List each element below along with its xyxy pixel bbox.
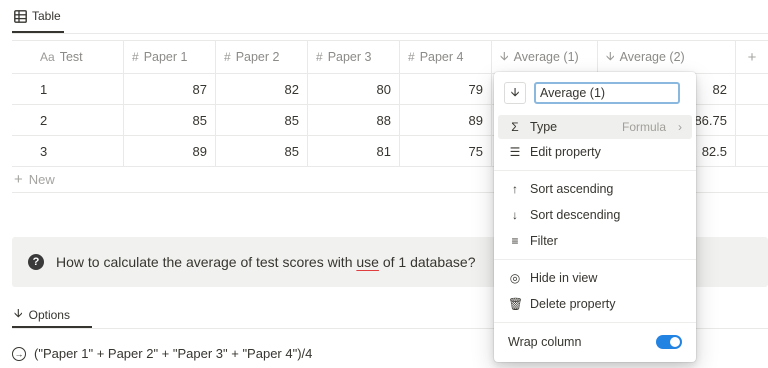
cell-paper-3[interactable]: 80 (308, 74, 400, 104)
menu-item-filter[interactable]: ≡ Filter (498, 229, 692, 253)
sliders-icon: ☰ (509, 145, 521, 159)
column-header-label: Paper 2 (235, 50, 280, 64)
table-view-label: Table (32, 9, 61, 23)
menu-divider (494, 259, 696, 260)
cell-test[interactable]: 1 (12, 74, 124, 104)
cell-paper-2[interactable]: 85 (216, 105, 308, 135)
column-header-label: Test (59, 50, 83, 64)
menu-item-label: Hide in view (530, 271, 598, 285)
property-type-icon-button[interactable]: 🡫 (504, 82, 526, 104)
cell-paper-1[interactable]: 89 (124, 136, 216, 166)
property-name-row: 🡫 (504, 82, 680, 104)
formula-text[interactable]: ("Paper 1" + Paper 2" + "Paper 3" + "Pap… (34, 346, 312, 361)
cell-paper-4[interactable]: 89 (400, 105, 492, 135)
table-view-tab[interactable]: Table (12, 9, 63, 33)
callout-text-part: of 1 database? (378, 254, 476, 270)
column-header-paper-1[interactable]: # Paper 1 (124, 41, 216, 73)
column-header-paper-2[interactable]: # Paper 2 (216, 41, 308, 73)
table-header-row: Aa Test # Paper 1 # Paper 2 # Paper 3 # … (12, 40, 768, 74)
view-tab-bar: Table (12, 0, 768, 34)
new-row-label: New (28, 171, 55, 187)
cell-paper-4[interactable]: 79 (400, 74, 492, 104)
menu-divider (494, 170, 696, 171)
callout-text-underlined: use (356, 254, 379, 270)
column-header-label: Paper 3 (327, 50, 372, 64)
column-header-average-2[interactable]: 🡫 Average (2) (598, 41, 736, 73)
menu-item-wrap-column[interactable]: Wrap column (498, 330, 692, 354)
column-header-label: Average (2) (619, 50, 685, 64)
column-header-average-1[interactable]: 🡫 Average (1) (492, 41, 598, 73)
eye-slash-icon: ◎ (509, 271, 521, 285)
table-icon (14, 10, 27, 23)
question-icon: ? (28, 254, 44, 270)
menu-item-sort-ascending[interactable]: ↑ Sort ascending (498, 177, 692, 201)
menu-item-hide-in-view[interactable]: ◎ Hide in view (498, 266, 692, 290)
menu-item-delete-property[interactable]: 🗑 Delete property (498, 292, 692, 316)
options-underline (12, 326, 92, 328)
cell-paper-1[interactable]: 85 (124, 105, 216, 135)
menu-item-label: Sort descending (530, 208, 621, 222)
column-header-label: Paper 4 (419, 50, 464, 64)
arrow-down-icon: 🡫 (14, 306, 23, 320)
menu-item-label: Sort ascending (530, 182, 614, 196)
number-icon: # (316, 50, 323, 64)
menu-divider (494, 322, 696, 323)
chevron-right-icon: › (678, 120, 682, 134)
number-icon: # (224, 50, 231, 64)
column-header-label: Paper 1 (143, 50, 188, 64)
type-value: Formula (621, 120, 666, 134)
number-icon: # (132, 50, 139, 64)
title-text-icon: Aa (40, 50, 55, 64)
cell-paper-4[interactable]: 75 (400, 136, 492, 166)
cell-paper-2[interactable]: 82 (216, 74, 308, 104)
callout-text-part: How to calculate the average of test sco… (56, 254, 357, 270)
menu-item-label: Wrap column (508, 335, 582, 349)
column-header-test[interactable]: Aa Test (12, 41, 124, 73)
cell-paper-3[interactable]: 81 (308, 136, 400, 166)
menu-item-label: Filter (530, 234, 558, 248)
arrow-down-icon: 🡫 (500, 48, 509, 63)
column-header-label: Average (1) (513, 50, 579, 64)
cell-paper-3[interactable]: 88 (308, 105, 400, 135)
add-column-button[interactable]: + (736, 41, 768, 73)
column-header-paper-3[interactable]: # Paper 3 (308, 41, 400, 73)
options-label: Options (28, 307, 70, 322)
column-header-paper-4[interactable]: # Paper 4 (400, 41, 492, 73)
menu-item-label: Edit property (530, 145, 601, 159)
cell-paper-1[interactable]: 87 (124, 74, 216, 104)
trash-icon: 🗑 (508, 297, 524, 311)
cell-test[interactable]: 2 (12, 105, 124, 135)
cell-paper-2[interactable]: 85 (216, 136, 308, 166)
arrow-down-icon: ↓ (512, 208, 518, 222)
menu-item-type[interactable]: Σ Type Formula › (498, 115, 692, 139)
sigma-icon: Σ (511, 120, 519, 134)
plus-icon: + (14, 170, 23, 188)
arrow-down-icon: 🡫 (606, 48, 615, 63)
property-menu: 🡫 Σ Type Formula › ☰ Edit property ↑ Sor… (494, 72, 696, 362)
arrow-up-icon: ↑ (512, 182, 518, 196)
callout-text[interactable]: How to calculate the average of test sco… (56, 254, 475, 270)
formula-line: → ("Paper 1" + Paper 2" + "Paper 3" + "P… (12, 346, 312, 361)
menu-item-sort-descending[interactable]: ↓ Sort descending (498, 203, 692, 227)
property-name-input[interactable] (534, 82, 680, 104)
filter-icon: ≡ (511, 234, 519, 248)
number-icon: # (408, 50, 415, 64)
menu-item-label: Type (530, 120, 558, 134)
menu-item-label: Delete property (530, 297, 616, 311)
active-tab-underline (12, 31, 64, 33)
wrap-column-toggle[interactable] (656, 335, 682, 349)
cell-test[interactable]: 3 (12, 136, 124, 166)
options-toggle[interactable]: 🡫 Options (14, 304, 70, 325)
menu-item-edit-property[interactable]: ☰ Edit property (498, 140, 692, 164)
arrow-right-circle-icon: → (12, 346, 26, 361)
arrow-down-icon: 🡫 (510, 84, 520, 99)
